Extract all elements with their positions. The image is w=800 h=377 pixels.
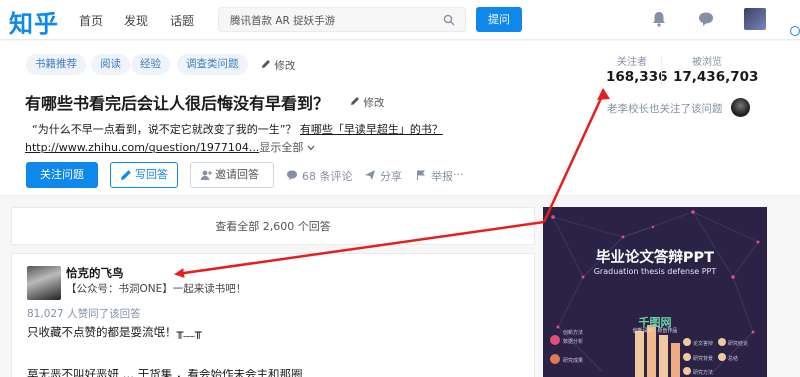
topic-tag[interactable]: 调查类问题 [177,54,248,75]
show-all-link[interactable]: 显示全部 [259,141,303,154]
stats-divider [661,55,662,85]
views-label: 被浏览 [692,57,722,68]
ad-right-label: 论文答辩 [693,341,714,347]
search-placeholder: 腾讯首款 AR 捉妖手游 [230,15,336,27]
edge-circle-icon [790,26,800,36]
answer-text-cut: 莫无恶不叫好恶妍 … 干货集 ，看会始作未会主和那圈 [27,369,303,377]
invite-answer-button[interactable]: 邀请回答 [190,162,274,188]
answer-text: 只收藏不点赞的都是耍流氓！╥﹏╥ [27,325,202,339]
ask-button[interactable]: 提问 [476,7,522,32]
edit-tags-button[interactable]: 修改 [261,58,295,73]
report-button[interactable]: 举报 [415,168,453,184]
ad-subtitle: Graduation thesis defense PPT [593,267,717,276]
excerpt-mid: ？ [285,123,297,136]
topic-tag[interactable]: 阅读 [91,54,130,75]
ad-title: 毕业论文答辩PPT [595,250,715,266]
nav-home[interactable]: 首页 [79,12,103,29]
edit-tags-label: 修改 [274,60,296,72]
nav-topics[interactable]: 话题 [170,12,194,29]
share-button[interactable]: 分享 [364,168,402,184]
search-input[interactable]: 腾讯首款 AR 捉妖手游 [218,7,466,32]
flag-icon [417,170,425,180]
pencil-icon [121,170,131,180]
zhihu-logo[interactable]: 知乎 [9,4,59,39]
user-avatar[interactable] [744,8,766,30]
ad-banner[interactable]: 毕业论文答辩PPT Graduation thesis defense PPT … [543,207,767,377]
report-label: 举报 [431,170,453,183]
friend-avatar[interactable] [731,98,750,117]
question-excerpt: “为什么不早一点看到，说不定它就改变了我的一生”？ 有哪些「早读早超生」的书？ [32,121,443,137]
share-label: 分享 [380,170,402,183]
search-icon[interactable] [443,14,455,26]
topic-tag[interactable]: 书籍推荐 [26,54,86,75]
chevron-down-icon [307,145,315,151]
excerpt-quote: “为什么不早一点看到，说不定它就改变了我的一生” [32,123,286,136]
ad-right-label: 研究背景 [693,356,714,362]
ad-left-label: 创新方法 [563,330,584,336]
ad-right-label: 总结 [728,356,739,362]
ad-left-label: 数据分析 [563,339,584,345]
write-answer-label: 写回答 [135,168,168,181]
author-name[interactable]: 恰克的飞鸟 [66,265,124,281]
question-url-link[interactable]: http://www.zhihu.com/question/1977104... [25,141,259,154]
author-avatar[interactable] [27,266,61,300]
bell-icon[interactable] [650,10,668,28]
related-question-link[interactable]: 有哪些「早读早超生」的书？ [300,123,443,136]
nav-discover[interactable]: 发现 [124,12,148,29]
invite-answer-label: 邀请回答 [215,168,259,181]
comment-icon [287,170,297,180]
ad-right-label: 研究方法 [693,370,714,376]
ad-right-label: 研究结论 [728,341,749,347]
share-icon [365,170,375,180]
question-title: 有哪些书看完后会让人很后悔没有早看到？ [25,94,330,113]
edit-title-label: 修改 [363,97,385,109]
message-icon[interactable] [697,10,715,28]
ad-network-graphic [550,210,760,377]
views-count: 17,436,703 [673,69,759,85]
followers-count: 168,336 [606,69,668,85]
friend-followed-note[interactable]: 老李校长也关注了该问题 [607,101,723,116]
comments-button[interactable]: 68 条评论 [286,168,353,184]
edit-title-button[interactable]: 修改 [350,95,384,110]
ad-left-label: 研究成果 [563,358,584,364]
topic-tag[interactable]: 经验 [131,54,170,75]
add-user-icon [200,170,212,180]
more-button[interactable]: ··· [453,168,464,181]
pencil-icon [262,60,270,68]
answer-card: 恰克的飞鸟 【公众号：书洞ONE】一起来读书吧！ 81,027 人赞同了该回答 … [11,253,535,377]
question-url-line: http://www.zhihu.com/question/1977104...… [25,139,315,155]
comments-label: 68 条评论 [302,170,353,183]
followers-label: 关注者 [617,57,647,68]
author-bio: 【公众号：书洞ONE】一起来读书吧！ [66,283,247,295]
follow-question-button[interactable]: 关注问题 [26,162,98,188]
write-answer-button[interactable]: 写回答 [110,162,178,188]
question-header: 书籍推荐 阅读 经验 调查类问题 修改 有哪些书看完后会让人很后悔没有早看到？ … [0,41,800,196]
pencil-icon [351,97,359,105]
top-nav: 知乎 首页 发现 话题 腾讯首款 AR 捉妖手游 提问 [0,0,800,40]
view-all-answers-button[interactable]: 查看全部 2,600 个回答 [11,207,535,245]
vote-count: 81,027 人赞同了该回答 [27,308,141,320]
